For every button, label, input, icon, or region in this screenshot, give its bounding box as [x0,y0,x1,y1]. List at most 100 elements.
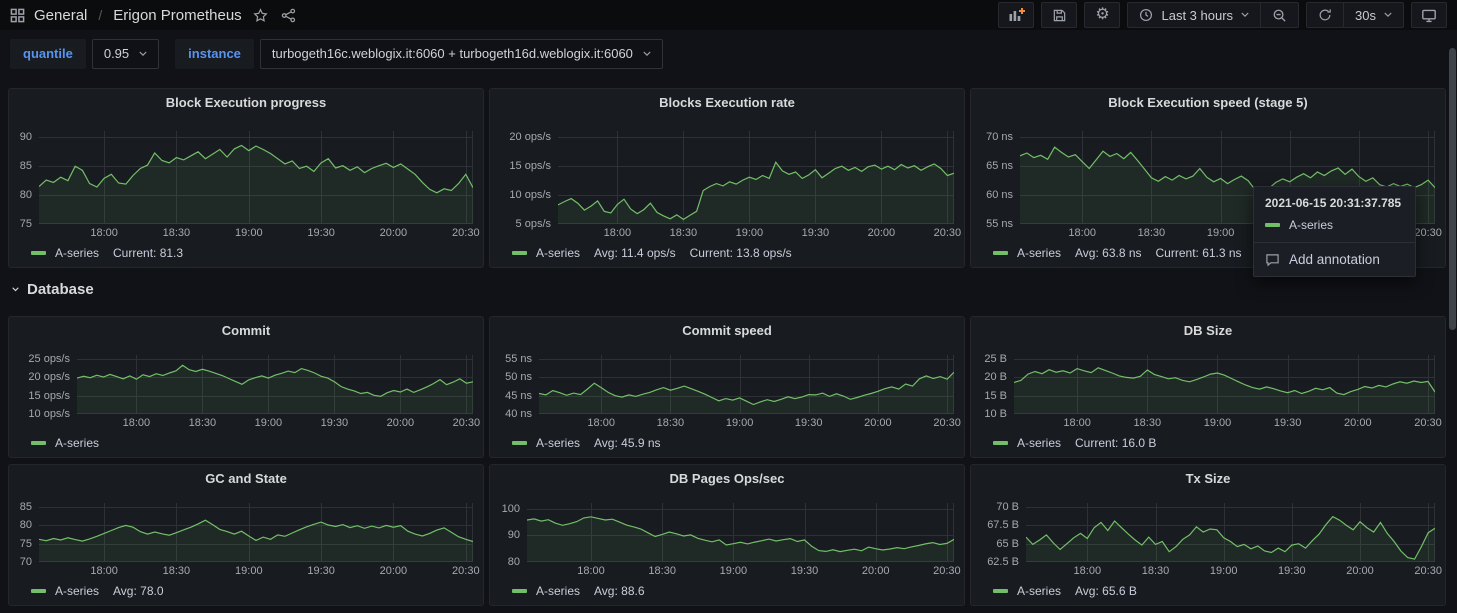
x-tick-label: 19:30 [795,417,823,429]
legend-series-name[interactable]: A-series [1017,584,1061,598]
legend-series-name[interactable]: A-series [1017,246,1061,260]
x-tick-label: 18:00 [604,227,632,239]
panel-legend: A-series Current: 81.3 [9,241,483,264]
panel-gc-and-state: GC and State 85807570 18:0018:3019:0019:… [8,464,484,606]
panel-title[interactable]: Block Execution progress [9,89,483,115]
apps-grid-icon[interactable] [10,8,25,23]
x-tick-label: 18:00 [577,565,605,577]
x-tick-label: 20:30 [452,227,480,239]
x-tick-label: 19:30 [321,417,349,429]
chevron-down-icon [1241,11,1249,19]
clock-icon [1139,8,1153,22]
variable-instance: instance turbogeth16c.weblogix.it:6060 +… [175,39,663,69]
template-variables-bar: quantile 0.95 instance turbogeth16c.webl… [0,30,1457,77]
dashboard-settings-button[interactable]: ⚙ [1084,2,1120,28]
legend-series-name[interactable]: A-series [55,584,99,598]
series-color-swatch [512,589,527,593]
share-icon [281,8,296,23]
x-tick-label: 18:30 [1142,565,1170,577]
variable-value-quantile[interactable]: 0.95 [92,39,159,69]
panel-title[interactable]: Commit [9,317,483,343]
y-tick-label: 70 B [996,501,1019,513]
dashboard-grid-area: Block Execution progress 90858075 18:001… [0,77,1457,606]
x-tick-label: 18:30 [163,227,191,239]
panel-legend: A-series Avg: 45.9 ns [490,431,964,454]
legend-series-name[interactable]: A-series [536,436,580,450]
y-tick-label: 80 [20,519,32,531]
plot-area[interactable] [77,355,473,414]
panel-tx-size: Tx Size 70 B67.5 B65 B62.5 B 18:0018:301… [970,464,1446,606]
refresh-group: 30s [1306,2,1404,28]
x-tick-label: 18:30 [670,227,698,239]
zoom-out-time-button[interactable] [1260,3,1298,27]
plot-area[interactable] [39,131,473,224]
plot-area[interactable] [527,503,954,562]
chevron-down-icon [12,286,19,293]
panel-legend: A-series Avg: 88.6 [490,579,964,602]
plot-area[interactable] [39,503,473,562]
y-axis-labels: 25 B20 B15 B10 B [979,355,1014,414]
plot-area[interactable] [1026,503,1435,562]
panel-legend: A-series Current: 16.0 B [971,431,1445,454]
time-range-label: Last 3 hours [1161,8,1233,23]
x-tick-label: 18:00 [90,227,118,239]
x-axis-labels: 18:0018:3019:0019:3020:0020:30 [527,562,954,579]
plot-area[interactable] [558,131,954,224]
variable-quantile: quantile 0.95 [10,39,159,69]
kiosk-mode-button[interactable] [1411,2,1447,28]
panel-title[interactable]: Blocks Execution rate [490,89,964,115]
x-tick-label: 19:30 [1274,417,1302,429]
add-panel-button[interactable] [998,2,1034,28]
add-annotation-menu-item[interactable]: Add annotation [1254,242,1415,276]
scrollbar-thumb[interactable] [1449,48,1456,330]
y-axis-labels: 1009080 [498,503,527,562]
plot-area[interactable] [539,355,954,414]
time-range-picker[interactable]: Last 3 hours [1128,3,1260,27]
row-header-database[interactable]: Database [8,274,1446,304]
y-tick-label: 55 ns [986,218,1013,230]
x-tick-label: 18:00 [1074,565,1102,577]
save-dashboard-button[interactable] [1041,2,1077,28]
breadcrumb-section[interactable]: General [34,7,87,24]
y-axis-labels: 70 ns65 ns60 ns55 ns [979,131,1020,224]
panel-title[interactable]: Tx Size [971,465,1445,491]
star-dashboard-button[interactable] [251,6,270,25]
variable-value-instance[interactable]: turbogeth16c.weblogix.it:6060 + turboget… [260,39,663,69]
breadcrumb-dashboard-title[interactable]: Erigon Prometheus [113,7,241,24]
series-color-swatch [31,441,46,445]
y-tick-label: 20 ops/s [28,371,70,383]
comment-bubble-icon [1265,253,1280,267]
legend-series-name[interactable]: A-series [55,436,99,450]
legend-series-name[interactable]: A-series [1017,436,1061,450]
y-tick-label: 100 [502,503,520,515]
add-annotation-label: Add annotation [1289,252,1380,267]
x-tick-label: 19:00 [235,227,263,239]
time-series-chart [1014,355,1435,414]
panel-title[interactable]: Block Execution speed (stage 5) [971,89,1445,115]
refresh-dashboard-button[interactable] [1307,3,1343,27]
y-tick-label: 15 ops/s [509,160,551,172]
series-color-swatch [993,251,1008,255]
legend-stat: Avg: 45.9 ns [594,436,661,450]
refresh-interval-picker[interactable]: 30s [1343,3,1403,27]
x-axis-labels: 18:0018:3019:0019:3020:0020:30 [77,414,473,431]
plot-area[interactable] [1014,355,1435,414]
graph-context-menu: 2021-06-15 20:31:37.785 A-series Add ann… [1253,186,1416,277]
context-menu-timestamp: 2021-06-15 20:31:37.785 [1265,196,1404,210]
x-tick-label: 20:00 [862,565,890,577]
legend-series-name[interactable]: A-series [536,246,580,260]
y-tick-label: 90 [20,131,32,143]
panel-title[interactable]: DB Size [971,317,1445,343]
y-tick-label: 40 ns [505,408,532,420]
series-color-swatch [993,589,1008,593]
time-series-chart [527,503,954,562]
settings-gear-icon: ⚙ [1095,7,1109,23]
panel-title[interactable]: Commit speed [490,317,964,343]
legend-series-name[interactable]: A-series [536,584,580,598]
legend-series-name[interactable]: A-series [55,246,99,260]
share-dashboard-button[interactable] [279,6,298,25]
x-tick-label: 18:30 [657,417,685,429]
panel-title[interactable]: DB Pages Ops/sec [490,465,964,491]
panel-title[interactable]: GC and State [9,465,483,491]
x-tick-label: 20:30 [1414,227,1442,239]
